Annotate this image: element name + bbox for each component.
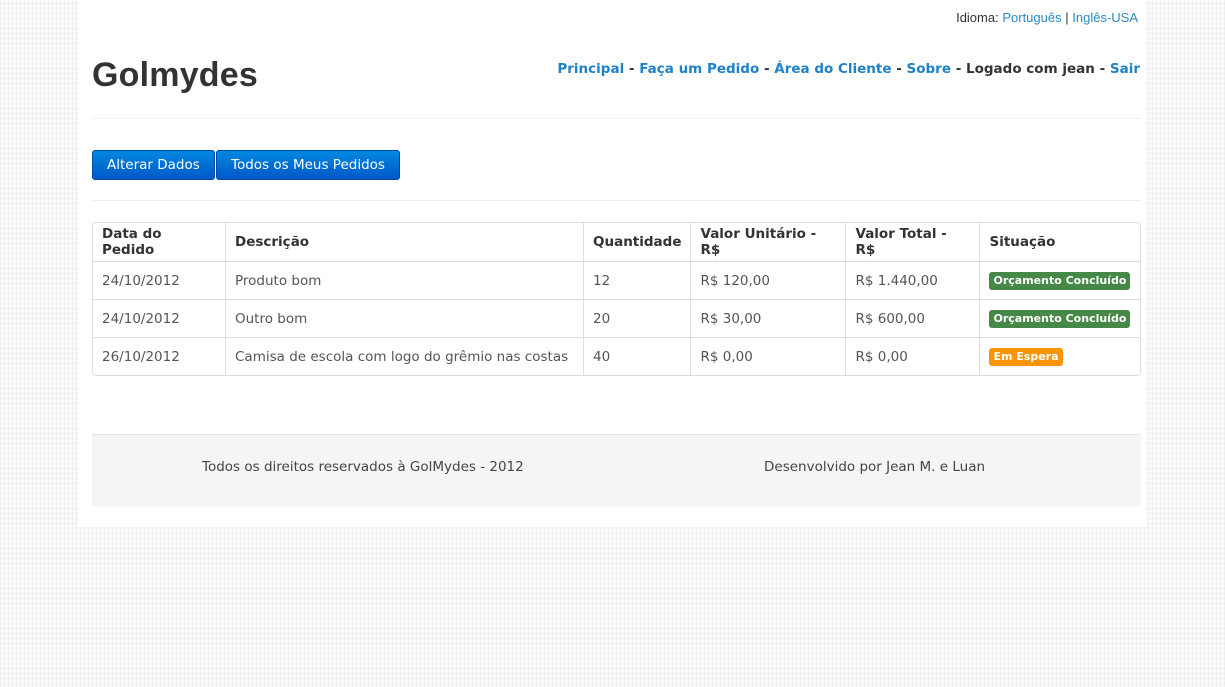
nav-separator: - bbox=[628, 61, 635, 77]
nav-separator: - bbox=[1099, 61, 1106, 77]
orders-table: Data do Pedido Descrição Quantidade Valo… bbox=[92, 222, 1141, 376]
column-header: Situação bbox=[979, 223, 1140, 261]
footer-credits: Desenvolvido por Jean M. e Luan bbox=[764, 459, 986, 475]
nav-sair-link[interactable]: Sair bbox=[1110, 61, 1140, 77]
order-description: Camisa de escola com logo do grêmio nas … bbox=[225, 337, 583, 375]
page-container: Idioma: Português | Inglês-USA Golmydes … bbox=[78, 0, 1146, 527]
order-unit-value: R$ 30,00 bbox=[690, 299, 846, 337]
column-header: Quantidade bbox=[583, 223, 690, 261]
language-separator: | bbox=[1065, 10, 1069, 25]
order-quantity: 20 bbox=[583, 299, 691, 337]
logged-user-text: Logado com jean bbox=[966, 61, 1095, 77]
nav-separator: - bbox=[955, 61, 962, 77]
language-selector: Idioma: Português | Inglês-USA bbox=[956, 10, 1138, 25]
order-total-value: R$ 1.440,00 bbox=[845, 261, 980, 299]
order-description: Produto bom bbox=[225, 261, 583, 299]
column-header: Valor Unitário - R$ bbox=[690, 223, 845, 261]
order-total-value: R$ 600,00 bbox=[845, 299, 980, 337]
order-date: 24/10/2012 bbox=[93, 299, 225, 337]
column-header: Descrição bbox=[225, 223, 583, 261]
language-portugues-link[interactable]: Português bbox=[1002, 10, 1061, 25]
nav-principal-link[interactable]: Principal bbox=[557, 61, 624, 77]
order-total-value: R$ 0,00 bbox=[845, 337, 980, 375]
table-row: 26/10/2012 Camisa de escola com logo do … bbox=[93, 337, 1140, 375]
order-date: 24/10/2012 bbox=[93, 261, 225, 299]
status-badge: Orçamento Concluído bbox=[989, 271, 1131, 290]
actions-divider bbox=[92, 200, 1141, 201]
nav-separator: - bbox=[896, 61, 902, 77]
nav-faca-pedido-link[interactable]: Faça um Pedido bbox=[639, 61, 759, 77]
order-status-cell: Em Espera bbox=[979, 337, 1140, 375]
todos-pedidos-button[interactable]: Todos os Meus Pedidos bbox=[216, 150, 400, 180]
language-label: Idioma: bbox=[956, 10, 999, 25]
top-nav: Principal - Faça um Pedido - Área do Cli… bbox=[557, 61, 1140, 77]
order-description: Outro bom bbox=[225, 299, 583, 337]
nav-sobre-link[interactable]: Sobre bbox=[907, 61, 951, 77]
nav-area-cliente-link[interactable]: Área do Cliente bbox=[774, 61, 891, 77]
nav-separator: - bbox=[763, 61, 770, 77]
column-header: Data do Pedido bbox=[102, 226, 162, 258]
table-header-row: Data do Pedido Descrição Quantidade Valo… bbox=[93, 223, 1140, 261]
footer-copyright: Todos os direitos reservados à GolMydes … bbox=[202, 459, 524, 475]
order-date: 26/10/2012 bbox=[93, 337, 225, 375]
order-quantity: 40 bbox=[583, 337, 691, 375]
order-status-cell: Orçamento Concluído bbox=[979, 299, 1140, 337]
footer: Todos os direitos reservados à GolMydes … bbox=[92, 434, 1141, 506]
column-header: Valor Total - R$ bbox=[845, 223, 979, 261]
header-divider bbox=[92, 118, 1141, 119]
table-row: 24/10/2012 Outro bom 20 R$ 30,00 R$ 600,… bbox=[93, 299, 1140, 337]
status-badge: Em Espera bbox=[989, 347, 1063, 366]
order-unit-value: R$ 0,00 bbox=[690, 337, 846, 375]
status-badge: Orçamento Concluído bbox=[989, 309, 1131, 328]
alterar-dados-button[interactable]: Alterar Dados bbox=[92, 150, 215, 180]
order-quantity: 12 bbox=[583, 261, 691, 299]
order-status-cell: Orçamento Concluído bbox=[979, 261, 1140, 299]
order-unit-value: R$ 120,00 bbox=[690, 261, 846, 299]
brand-logo[interactable]: Golmydes bbox=[92, 56, 258, 95]
language-english-link[interactable]: Inglês-USA bbox=[1072, 10, 1138, 25]
table-row: 24/10/2012 Produto bom 12 R$ 120,00 R$ 1… bbox=[93, 261, 1140, 299]
